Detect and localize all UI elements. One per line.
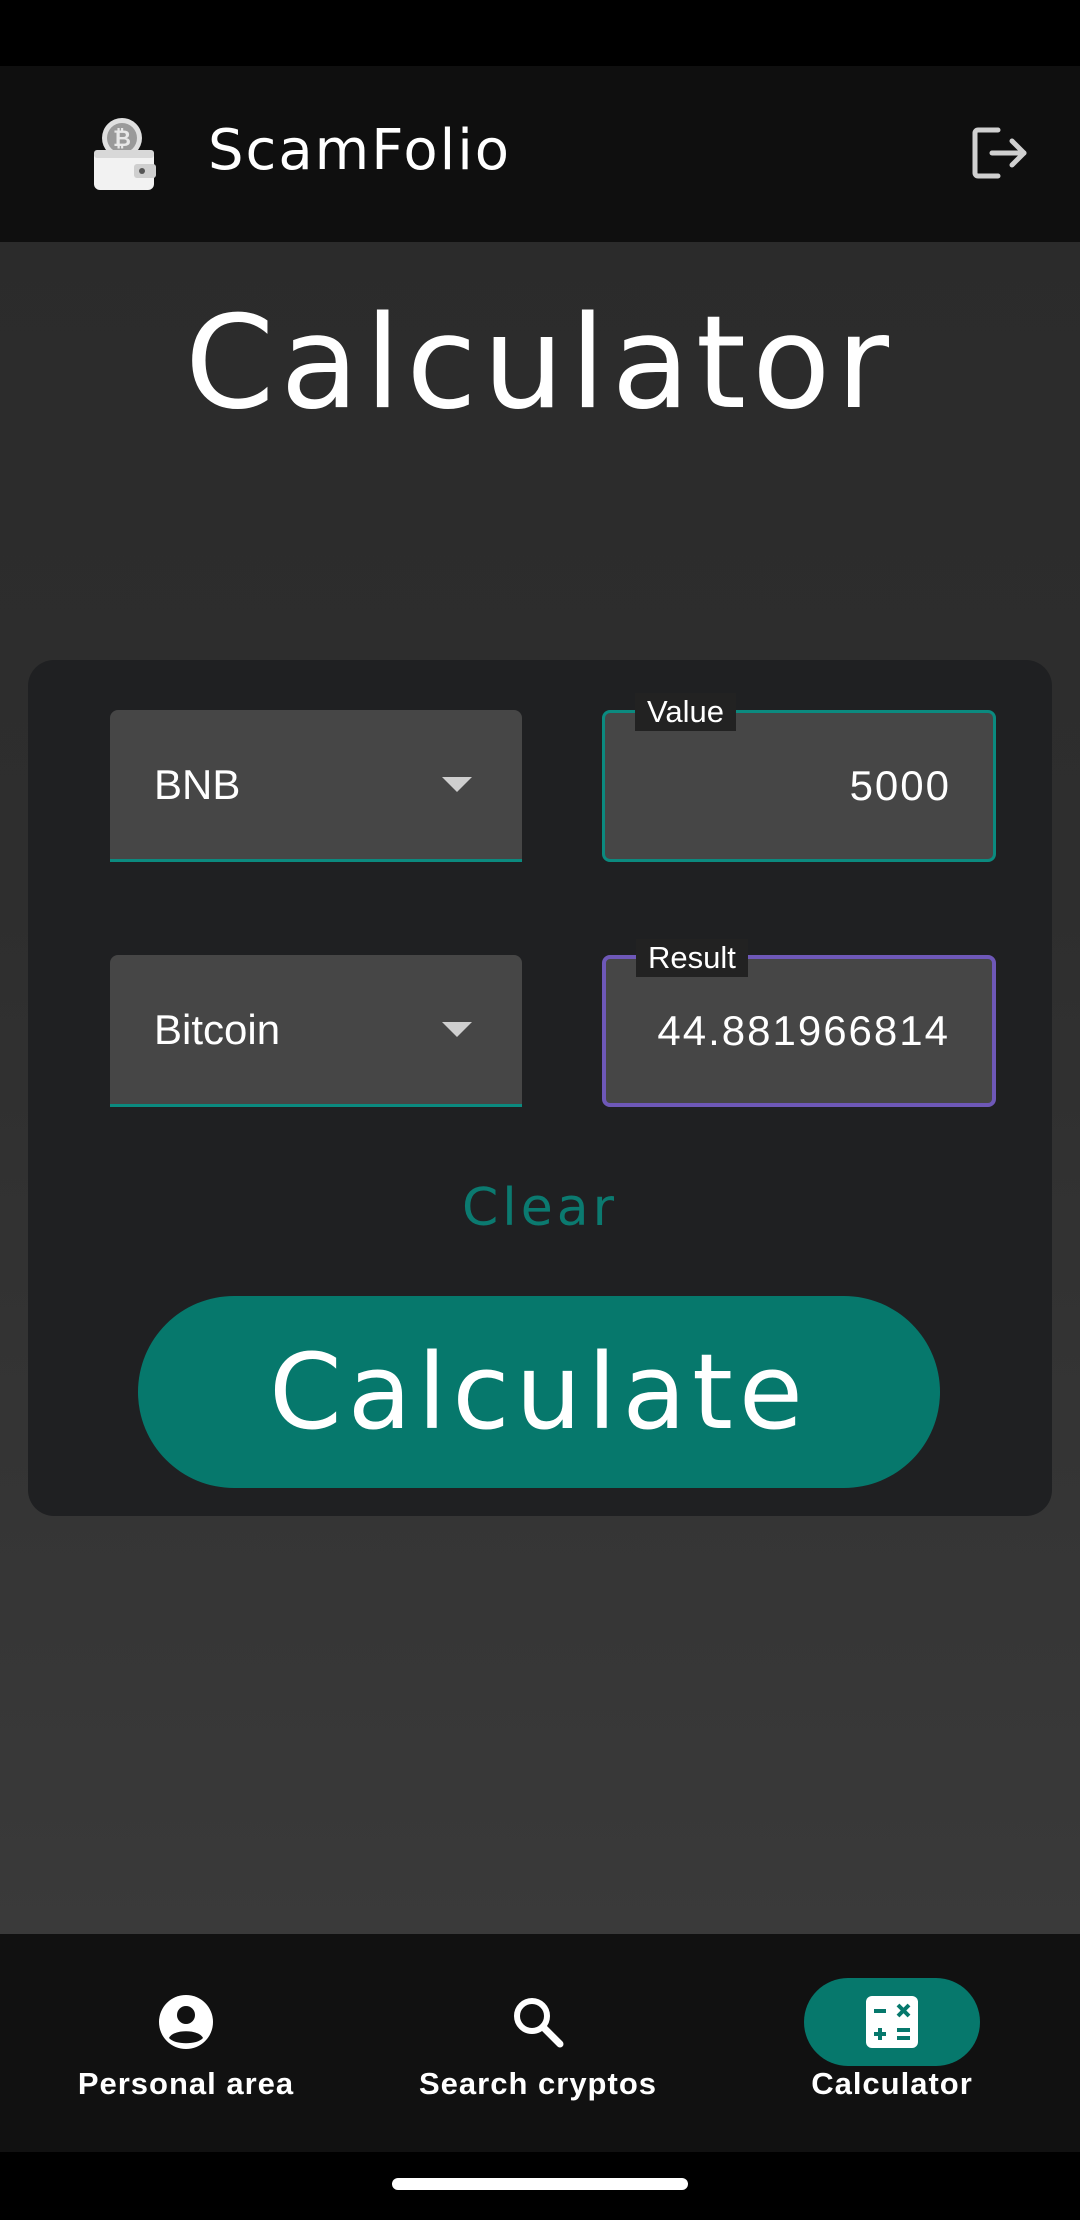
svg-text:₿: ₿ [113, 127, 131, 152]
account-circle-icon [159, 1995, 213, 2049]
calculate-button-label: Calculate [269, 1331, 809, 1453]
nav-item-calculator[interactable]: Calculator [712, 1934, 1072, 2152]
value-input-text: 5000 [849, 762, 951, 809]
logout-icon [972, 127, 1027, 179]
nav-icon-container [98, 1978, 274, 2066]
nav-label-search-cryptos: Search cryptos [419, 2066, 657, 2101]
result-text: 44.881966814 [657, 1007, 950, 1054]
from-currency-select[interactable]: BNB [110, 710, 522, 862]
nav-icon-container [450, 1978, 626, 2066]
calculate-button[interactable]: Calculate [138, 1296, 940, 1488]
nav-label-personal-area: Personal area [77, 2066, 295, 2101]
logout-button[interactable] [968, 120, 1034, 186]
page-title: Calculator [185, 289, 895, 438]
nav-label-calculator: Calculator [811, 2066, 973, 2101]
app-title: ScamFolio [208, 118, 512, 183]
nav-item-personal-area[interactable]: Personal area [6, 1934, 366, 2152]
chevron-down-icon [442, 776, 472, 792]
screen: ₿ ScamFolio Calculator BNB Value 5000 Bi… [0, 0, 1080, 2220]
app-bar: ₿ ScamFolio [0, 66, 1080, 242]
nav-icon-container-active [804, 1978, 980, 2066]
value-label: Value [635, 693, 736, 731]
to-currency-value: Bitcoin [154, 1005, 281, 1053]
result-label: Result [636, 939, 748, 977]
to-currency-select[interactable]: Bitcoin [110, 955, 522, 1107]
result-field[interactable]: Result 44.881966814 [602, 939, 996, 1107]
clear-button[interactable]: Clear [0, 1178, 1080, 1238]
home-gesture-handle[interactable] [392, 2178, 688, 2190]
from-currency-value: BNB [154, 760, 241, 808]
chevron-down-icon [442, 1021, 472, 1037]
nav-item-search-cryptos[interactable]: Search cryptos [358, 1934, 718, 2152]
wallet-bitcoin-icon: ₿ [92, 116, 158, 192]
value-field[interactable]: Value 5000 [602, 693, 996, 862]
calculator-icon [866, 1996, 918, 2048]
bottom-nav: Personal area Search cryptos Calculator [0, 1934, 1080, 2152]
status-bar [0, 0, 1080, 66]
search-icon [514, 1998, 564, 2048]
gesture-bar [0, 2152, 1080, 2220]
